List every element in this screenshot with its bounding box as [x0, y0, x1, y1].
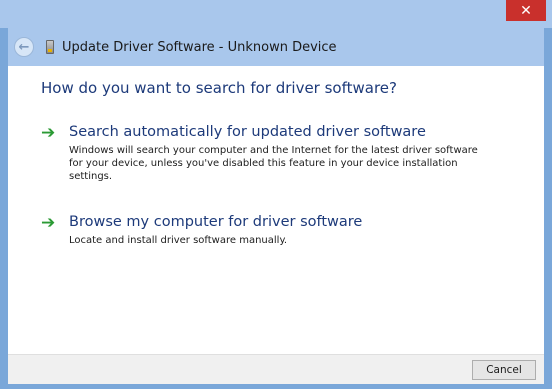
device-icon — [46, 40, 54, 54]
title-bar: ✕ — [0, 0, 552, 28]
page-question: How do you want to search for driver sof… — [41, 79, 397, 97]
option-title: Search automatically for updated driver … — [69, 124, 426, 140]
back-button[interactable]: ← — [14, 37, 34, 57]
close-button[interactable]: ✕ — [506, 0, 546, 21]
option-description: Locate and install driver software manua… — [69, 235, 288, 246]
green-arrow-icon: ➔ — [41, 213, 56, 233]
option-browse-computer[interactable]: ➔ Browse my computer for driver software… — [41, 214, 481, 254]
dialog-title: Update Driver Software - Unknown Device — [62, 39, 337, 55]
dialog-header: ← Update Driver Software - Unknown Devic… — [8, 28, 544, 66]
green-arrow-icon: ➔ — [41, 123, 56, 143]
option-description: Windows will search your computer and th… — [69, 145, 478, 182]
option-title: Browse my computer for driver software — [69, 214, 363, 230]
dialog-window: ✕ ← Update Driver Software - Unknown Dev… — [0, 0, 552, 389]
cancel-button[interactable]: Cancel — [472, 360, 536, 380]
close-icon: ✕ — [520, 2, 532, 19]
dialog-content: How do you want to search for driver sof… — [8, 66, 544, 354]
option-search-automatically[interactable]: ➔ Search automatically for updated drive… — [41, 123, 481, 182]
back-arrow-icon: ← — [18, 39, 30, 55]
dialog-footer: Cancel — [8, 354, 544, 384]
